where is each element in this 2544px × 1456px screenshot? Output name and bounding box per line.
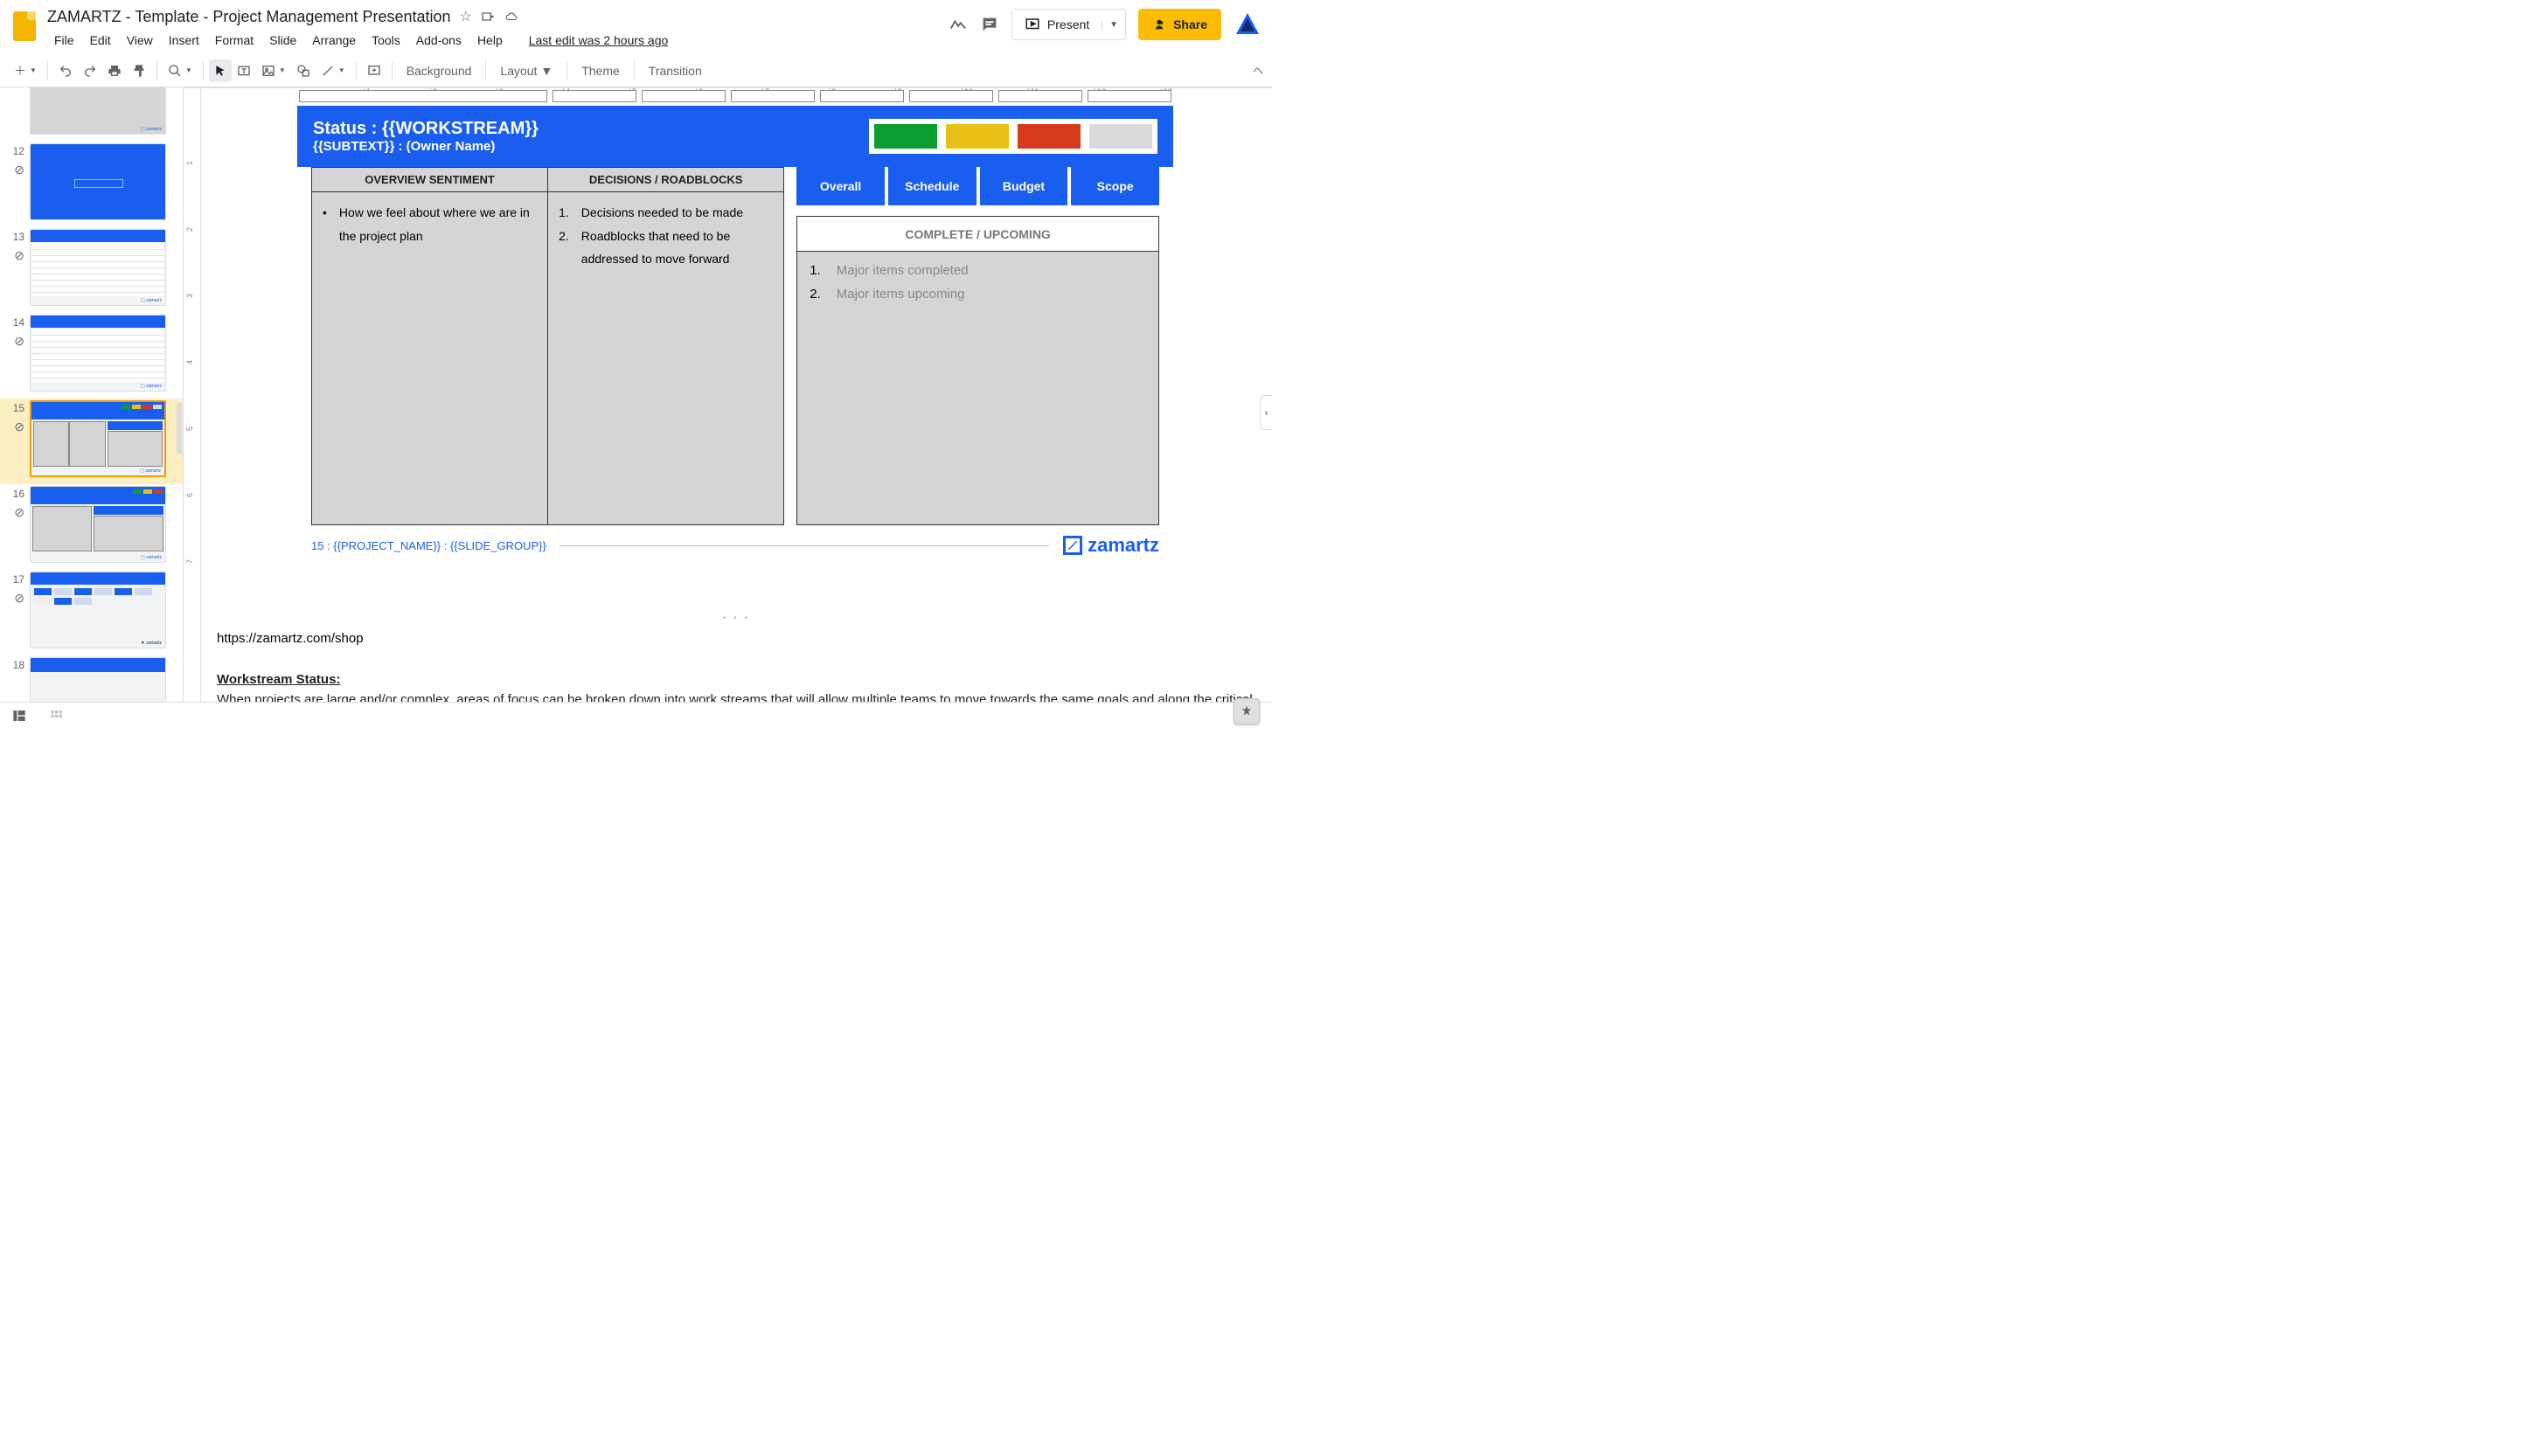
footer-divider (560, 545, 1049, 546)
menu-slide[interactable]: Slide (262, 30, 303, 51)
status-overall[interactable]: Overall (796, 167, 885, 205)
last-edit-link[interactable]: Last edit was 2 hours ago (522, 30, 676, 51)
filmstrip-scrollbar[interactable] (177, 402, 182, 454)
slide-canvas[interactable]: Status : {{WORKSTREAM}} {{SUBTEXT}} : (O… (297, 90, 1173, 614)
comment-tool[interactable] (362, 59, 386, 83)
print-button[interactable] (102, 59, 127, 83)
ruler-horizontal: 1 2 3 4 5 6 7 8 9 10 11 12 13 (184, 87, 1272, 88)
complete-upcoming-body[interactable]: 1.Major items completed 2.Major items up… (797, 252, 1158, 313)
present-button[interactable]: Present ▼ (1011, 9, 1126, 40)
background-button[interactable]: Background (398, 59, 481, 83)
chip-green[interactable] (874, 124, 937, 149)
theme-button[interactable]: Theme (573, 59, 629, 83)
chip-red[interactable] (1018, 124, 1081, 149)
notes-url[interactable]: https://zamartz.com/shop (217, 628, 1272, 648)
complete-upcoming-header[interactable]: COMPLETE / UPCOMING (797, 217, 1158, 252)
thumb-11-partial[interactable]: ⊘ • line text• line text• line text▢ zam… (0, 87, 183, 142)
shape-tool[interactable] (291, 59, 316, 83)
zamartz-logo-icon (1063, 536, 1082, 555)
cloud-icon[interactable] (504, 10, 519, 23)
notes-heading[interactable]: Workstream Status: (217, 669, 1272, 690)
speaker-notes[interactable]: https://zamartz.com/shop Workstream Stat… (201, 621, 1272, 702)
notes-body[interactable]: When projects are large and/or complex, … (217, 690, 1272, 702)
status-labels-row[interactable]: Overall Schedule Budget Scope (796, 167, 1159, 205)
menu-addons[interactable]: Add-ons (409, 30, 469, 51)
bottom-bar (0, 702, 1272, 728)
thumb-12[interactable]: 12⊘ (0, 142, 183, 227)
redo-button[interactable] (78, 59, 102, 83)
overview-body[interactable]: •How we feel about where we are in the p… (312, 192, 547, 524)
filmstrip[interactable]: ⊘ • line text• line text• line text▢ zam… (0, 87, 184, 702)
ruler-vertical: 1 2 3 4 5 6 7 (184, 88, 201, 702)
menu-tools[interactable]: Tools (365, 30, 407, 51)
menu-help[interactable]: Help (470, 30, 510, 51)
layout-button[interactable]: Layout ▼ (491, 59, 561, 83)
slide-title[interactable]: Status : {{WORKSTREAM}} (313, 119, 539, 139)
status-schedule[interactable]: Schedule (885, 167, 977, 205)
present-label: Present (1047, 17, 1089, 31)
move-icon[interactable] (481, 10, 495, 24)
line-tool[interactable]: ▼ (316, 59, 351, 83)
new-slide-button[interactable]: ＋▼ (9, 57, 42, 85)
menu-format[interactable]: Format (208, 30, 261, 51)
present-dropdown[interactable]: ▼ (1102, 20, 1125, 30)
menu-edit[interactable]: Edit (83, 30, 118, 51)
chip-grey[interactable] (1089, 124, 1152, 149)
status-budget[interactable]: Budget (977, 167, 1068, 205)
select-tool[interactable] (209, 59, 232, 82)
thumb-13[interactable]: 13⊘ ▢ zamartz (0, 227, 183, 313)
doc-title[interactable]: ZAMARTZ - Template - Project Management … (47, 8, 451, 26)
zamartz-logo-text: zamartz (1088, 534, 1159, 557)
undo-button[interactable] (53, 59, 78, 83)
filmstrip-view-icon[interactable] (10, 709, 28, 723)
side-panel-handle[interactable]: ‹ (1260, 395, 1272, 430)
menu-bar: File Edit View Insert Format Slide Arran… (47, 30, 949, 51)
star-icon[interactable]: ☆ (460, 8, 472, 25)
menu-file[interactable]: File (47, 30, 81, 51)
transition-button[interactable]: Transition (640, 59, 711, 83)
decisions-body[interactable]: 1.Decisions needed to be made 2.Roadbloc… (548, 192, 783, 524)
share-button[interactable]: Share (1138, 9, 1221, 40)
thumb-14[interactable]: 14⊘ ▢ zamartz (0, 313, 183, 399)
thumb-16[interactable]: 16⊘ ▢ zamartz (0, 484, 183, 570)
menu-insert[interactable]: Insert (162, 30, 206, 51)
slide-top-cells[interactable] (297, 90, 1173, 102)
thumb-18[interactable]: 18 (0, 655, 183, 702)
thumb-17[interactable]: 17⊘ ▼ zamartz (0, 570, 183, 655)
chip-yellow[interactable] (946, 124, 1009, 149)
grid-view-icon[interactable] (49, 709, 65, 723)
zamartz-logo: zamartz (1063, 534, 1159, 557)
status-scope[interactable]: Scope (1067, 167, 1159, 205)
paint-format-button[interactable] (127, 59, 151, 83)
app-logo[interactable] (7, 9, 42, 44)
image-tool[interactable]: ▼ (256, 59, 291, 83)
textbox-tool[interactable] (232, 59, 256, 83)
slide-footer-text[interactable]: 15 : {{PROJECT_NAME}} : {{SLIDE_GROUP}} (311, 539, 546, 552)
slide-subtitle[interactable]: {{SUBTEXT}} : (Owner Name) (313, 139, 539, 154)
menu-view[interactable]: View (120, 30, 160, 51)
toolbar: ＋▼ ▼ ▼ ▼ Background Layout ▼ Theme Trans… (0, 54, 1272, 87)
activity-icon[interactable] (949, 15, 968, 34)
collapse-toolbar[interactable]: ヘ (1253, 63, 1263, 78)
account-avatar[interactable] (1234, 10, 1262, 38)
status-chips[interactable] (869, 119, 1157, 154)
share-label: Share (1173, 17, 1207, 31)
comments-icon[interactable] (980, 15, 999, 34)
notes-splitter[interactable]: • • • (201, 614, 1272, 621)
thumb-15[interactable]: 15⊘ (0, 399, 183, 484)
menu-arrange[interactable]: Arrange (305, 30, 363, 51)
zoom-button[interactable]: ▼ (163, 59, 198, 83)
decisions-header[interactable]: DECISIONS / ROADBLOCKS (548, 168, 783, 192)
explore-button[interactable] (1234, 698, 1260, 725)
overview-header[interactable]: OVERVIEW SENTIMENT (312, 168, 547, 192)
